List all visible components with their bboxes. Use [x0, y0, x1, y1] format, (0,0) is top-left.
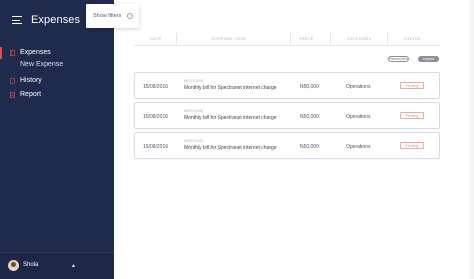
status-badge: Pending [400, 82, 424, 89]
status-badge: Pending [400, 112, 424, 119]
brand: Expenses [12, 14, 80, 26]
status-badge: Pending [400, 142, 424, 149]
table-row[interactable]: 15/08/2016 #EXP12345 Monthly bill for Sp… [134, 72, 440, 99]
row-code: #EXP12345 [184, 109, 203, 113]
header-divider [134, 45, 440, 46]
row-date: 15/08/2016 [143, 84, 169, 90]
unpaid-filter-toggle[interactable]: Unpaid [418, 56, 439, 62]
row-category: Operations [346, 84, 371, 90]
show-filters-button[interactable]: Show filters + [86, 4, 139, 28]
user-name: Shola [23, 262, 39, 268]
sidebar-item-report[interactable]: Report [0, 88, 114, 102]
sidebar: Expenses Expenses New Expense History Re… [0, 0, 114, 279]
sidebar-item-history[interactable]: History [0, 74, 114, 88]
sidebar-item-label: Expenses [20, 49, 51, 56]
sidebar-item-label: History [20, 77, 42, 84]
caret-up-icon[interactable]: ▲ [71, 263, 76, 269]
row-category: Operations [346, 144, 371, 150]
row-category: Operations [346, 114, 371, 120]
scrollbar[interactable] [469, 0, 474, 279]
row-date: 15/08/2016 [143, 144, 169, 150]
report-icon [10, 92, 15, 98]
history-icon [10, 78, 15, 84]
plus-circle-icon: + [127, 13, 133, 19]
column-header-category[interactable]: CATEGORY [347, 36, 371, 41]
row-date: 15/08/2016 [143, 114, 169, 120]
filters-label: Show filters [93, 13, 122, 19]
row-code: #EXP12345 [184, 79, 203, 83]
table-row[interactable]: 15/08/2016 #EXP12345 Monthly bill for Sp… [134, 102, 440, 129]
row-item: Monthly bill for Spectranet internet cha… [184, 145, 277, 151]
sidebar-nav: Expenses New Expense History Report [0, 46, 114, 102]
hamburger-menu-icon[interactable] [12, 16, 22, 25]
column-header-price[interactable]: PRICE [300, 36, 314, 41]
column-header-expense-item[interactable]: EXPENSE ITEM [212, 36, 245, 41]
table-header: DATE EXPENSE ITEM PRICE CATEGORY STATUS [134, 33, 440, 45]
row-price: N50,000 [300, 114, 319, 120]
sidebar-item-expenses[interactable]: Expenses [0, 46, 114, 60]
reimbursed-filter-toggle[interactable]: Reimbursed [388, 56, 409, 62]
book-icon [10, 50, 15, 56]
row-price: N50,000 [300, 144, 319, 150]
table-row[interactable]: 15/08/2016 #EXP12345 Monthly bill for Sp… [134, 132, 440, 159]
row-item: Monthly bill for Spectranet internet cha… [184, 115, 277, 121]
sidebar-item-label: Report [20, 91, 42, 98]
avatar [8, 260, 19, 271]
column-header-status[interactable]: STATUS [404, 36, 421, 41]
app-title: Expenses [31, 14, 81, 26]
user-menu[interactable]: Shola ▲ [0, 252, 114, 279]
sidebar-item-new-expense[interactable]: New Expense [0, 60, 114, 72]
row-price: N50,000 [300, 84, 319, 90]
sidebar-item-label: New Expense [20, 61, 64, 68]
column-header-date[interactable]: DATE [150, 36, 162, 41]
row-item: Monthly bill for Spectranet internet cha… [184, 85, 277, 91]
row-code: #EXP12345 [184, 139, 203, 143]
